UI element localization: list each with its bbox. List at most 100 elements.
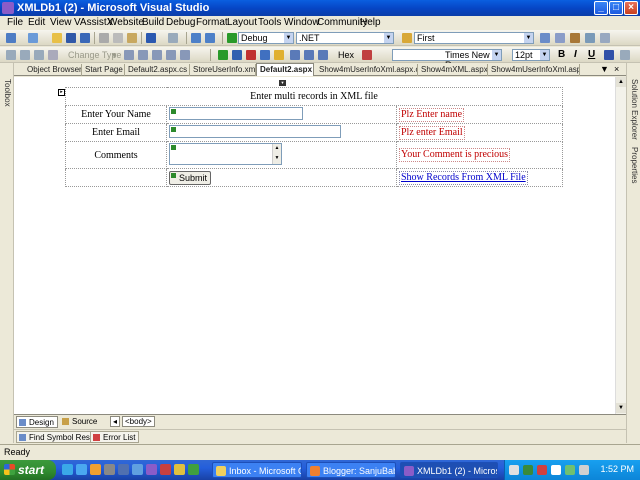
configuration-select[interactable]: Debug ▼ — [238, 32, 294, 44]
hex-toggle[interactable]: Hex — [338, 49, 354, 61]
quicklaunch-app2-icon[interactable] — [118, 464, 129, 475]
menu-edit[interactable]: Edit — [28, 17, 45, 29]
design-surface[interactable]: ▼ ▸ Enter multi records in XML file Ente… — [14, 77, 626, 414]
copy-icon[interactable] — [113, 33, 123, 43]
redo-icon[interactable] — [168, 33, 178, 43]
menu-build[interactable]: Build — [142, 17, 164, 29]
next-bookmark-icon[interactable] — [138, 50, 148, 60]
navigate-forward-icon[interactable] — [205, 33, 215, 43]
italic-button[interactable]: I — [574, 49, 577, 61]
tab-storeuserinfo-xml[interactable]: StoreUserInfo.xml — [190, 64, 256, 76]
open-folder-icon[interactable] — [52, 33, 62, 43]
properties-icon[interactable] — [555, 33, 565, 43]
minimize-button[interactable]: _ — [594, 1, 608, 15]
tab-object-browser[interactable]: Object Browser — [24, 64, 82, 76]
help-tray-icon[interactable] — [509, 465, 519, 475]
restart-icon[interactable] — [260, 50, 270, 60]
save-all-icon[interactable] — [80, 33, 90, 43]
break-all-icon[interactable] — [232, 50, 242, 60]
task-visual-studio[interactable]: XMLDb1 (2) - Micros... — [400, 462, 498, 478]
antivirus-tray-icon[interactable] — [537, 465, 547, 475]
name-input[interactable] — [169, 106, 303, 120]
menu-window[interactable]: Window — [284, 17, 320, 29]
title-bar[interactable]: XMLDb1 (2) - Microsoft Visual Studio _ □… — [0, 0, 640, 16]
start-button[interactable]: start — [0, 460, 56, 480]
undo-icon[interactable] — [146, 33, 156, 43]
align-icon[interactable] — [34, 50, 44, 60]
solution-explorer-tab[interactable]: Solution Explorer — [628, 79, 640, 140]
toolbox-icon[interactable] — [570, 33, 580, 43]
layout-icon[interactable] — [6, 50, 16, 60]
show-next-statement-icon[interactable] — [274, 50, 284, 60]
cut-icon[interactable] — [99, 33, 109, 43]
quicklaunch-app5-icon[interactable] — [174, 464, 185, 475]
name-validator[interactable]: Plz Enter name — [399, 107, 465, 122]
table-icon[interactable] — [20, 50, 30, 60]
maximize-button[interactable]: □ — [609, 1, 623, 15]
scroll-up-icon[interactable]: ▲ — [616, 77, 626, 87]
font-family-select[interactable]: Times New Roman▼ — [392, 49, 502, 70]
overflow-chevron-icon[interactable] — [620, 50, 630, 60]
close-button[interactable]: × — [624, 1, 638, 15]
save-icon[interactable] — [66, 33, 76, 43]
tab-default2-aspx-cs[interactable]: Default2.aspx.cs — [125, 64, 190, 76]
menu-layout[interactable]: Layout — [227, 17, 257, 29]
comments-textarea[interactable]: ▲ ▼ — [169, 142, 282, 165]
paste-icon[interactable] — [127, 33, 137, 43]
menu-help[interactable]: Help — [360, 17, 381, 29]
fore-color-icon[interactable] — [604, 50, 614, 60]
source-view-button[interactable]: Source — [60, 416, 100, 428]
add-item-icon[interactable] — [28, 33, 38, 43]
editor-vertical-scrollbar[interactable]: ▲ ▼ — [615, 77, 626, 414]
scroll-down-icon[interactable]: ▼ — [616, 403, 626, 413]
tab-list-dropdown[interactable]: ▼ — [600, 64, 609, 75]
volume-tray-icon[interactable] — [579, 465, 589, 475]
comment-icon[interactable] — [180, 50, 190, 60]
close-tab-button[interactable]: × — [614, 64, 619, 75]
quicklaunch-ie-icon[interactable] — [76, 464, 87, 475]
step-into-icon[interactable] — [290, 50, 300, 60]
new-project-icon[interactable] — [6, 33, 16, 43]
find-in-files-icon[interactable] — [402, 33, 412, 43]
quicklaunch-app6-icon[interactable] — [188, 464, 199, 475]
tab-show4muserinfoxml-aspx[interactable]: Show4mUserInfoXml.aspx — [488, 64, 580, 76]
solution-explorer-icon[interactable] — [540, 33, 550, 43]
platform-select[interactable]: .NET ▼ — [296, 32, 394, 44]
quicklaunch-vs-icon[interactable] — [146, 464, 157, 475]
table-select-glyph[interactable]: ▸ — [58, 89, 65, 96]
find-combo[interactable]: First ▼ — [414, 32, 534, 44]
quicklaunch-desktop-icon[interactable] — [62, 464, 73, 475]
menu-website[interactable]: Website — [108, 17, 144, 29]
quicklaunch-app3-icon[interactable] — [132, 464, 143, 475]
tab-default2-aspx[interactable]: Default2.aspx — [256, 63, 314, 76]
menu-file[interactable]: File — [7, 17, 23, 29]
design-view-button[interactable]: Design — [16, 416, 58, 428]
clear-bookmark-icon[interactable] — [166, 50, 176, 60]
toolbox-tab[interactable]: Toolbox — [1, 79, 13, 107]
menu-view[interactable]: View — [50, 17, 72, 29]
error-list-tab[interactable]: Error List — [90, 431, 140, 443]
continue-icon[interactable] — [218, 50, 228, 60]
show-records-link[interactable]: Show Records From XML File — [399, 170, 528, 185]
clock[interactable]: 1:52 PM — [600, 464, 634, 474]
network-tray-icon[interactable] — [523, 465, 533, 475]
menu-debug[interactable]: Debug — [166, 17, 195, 29]
tab-start-page[interactable]: Start Page — [82, 64, 125, 76]
email-validator[interactable]: Plz enter Email — [399, 125, 465, 140]
step-out-icon[interactable] — [318, 50, 328, 60]
navigate-back-icon[interactable] — [191, 33, 201, 43]
start-debugging-icon[interactable] — [227, 33, 237, 43]
security-tray-icon[interactable] — [565, 465, 575, 475]
task-blogger[interactable]: Blogger: SanjuBaba... — [306, 462, 396, 478]
breakpoints-icon[interactable] — [362, 50, 372, 60]
stop-debugging-icon[interactable] — [246, 50, 256, 60]
tag-nav-body[interactable]: <body> — [122, 416, 155, 427]
start-page-icon[interactable] — [600, 33, 610, 43]
underline-button[interactable]: U — [588, 49, 595, 61]
step-over-icon[interactable] — [304, 50, 314, 60]
properties-tab[interactable]: Properties — [628, 147, 640, 183]
prev-bookmark-icon[interactable] — [152, 50, 162, 60]
submit-button[interactable]: Submit — [169, 170, 212, 185]
textarea-scrollbar[interactable]: ▲ ▼ — [272, 143, 281, 164]
format-icon[interactable] — [48, 50, 58, 60]
